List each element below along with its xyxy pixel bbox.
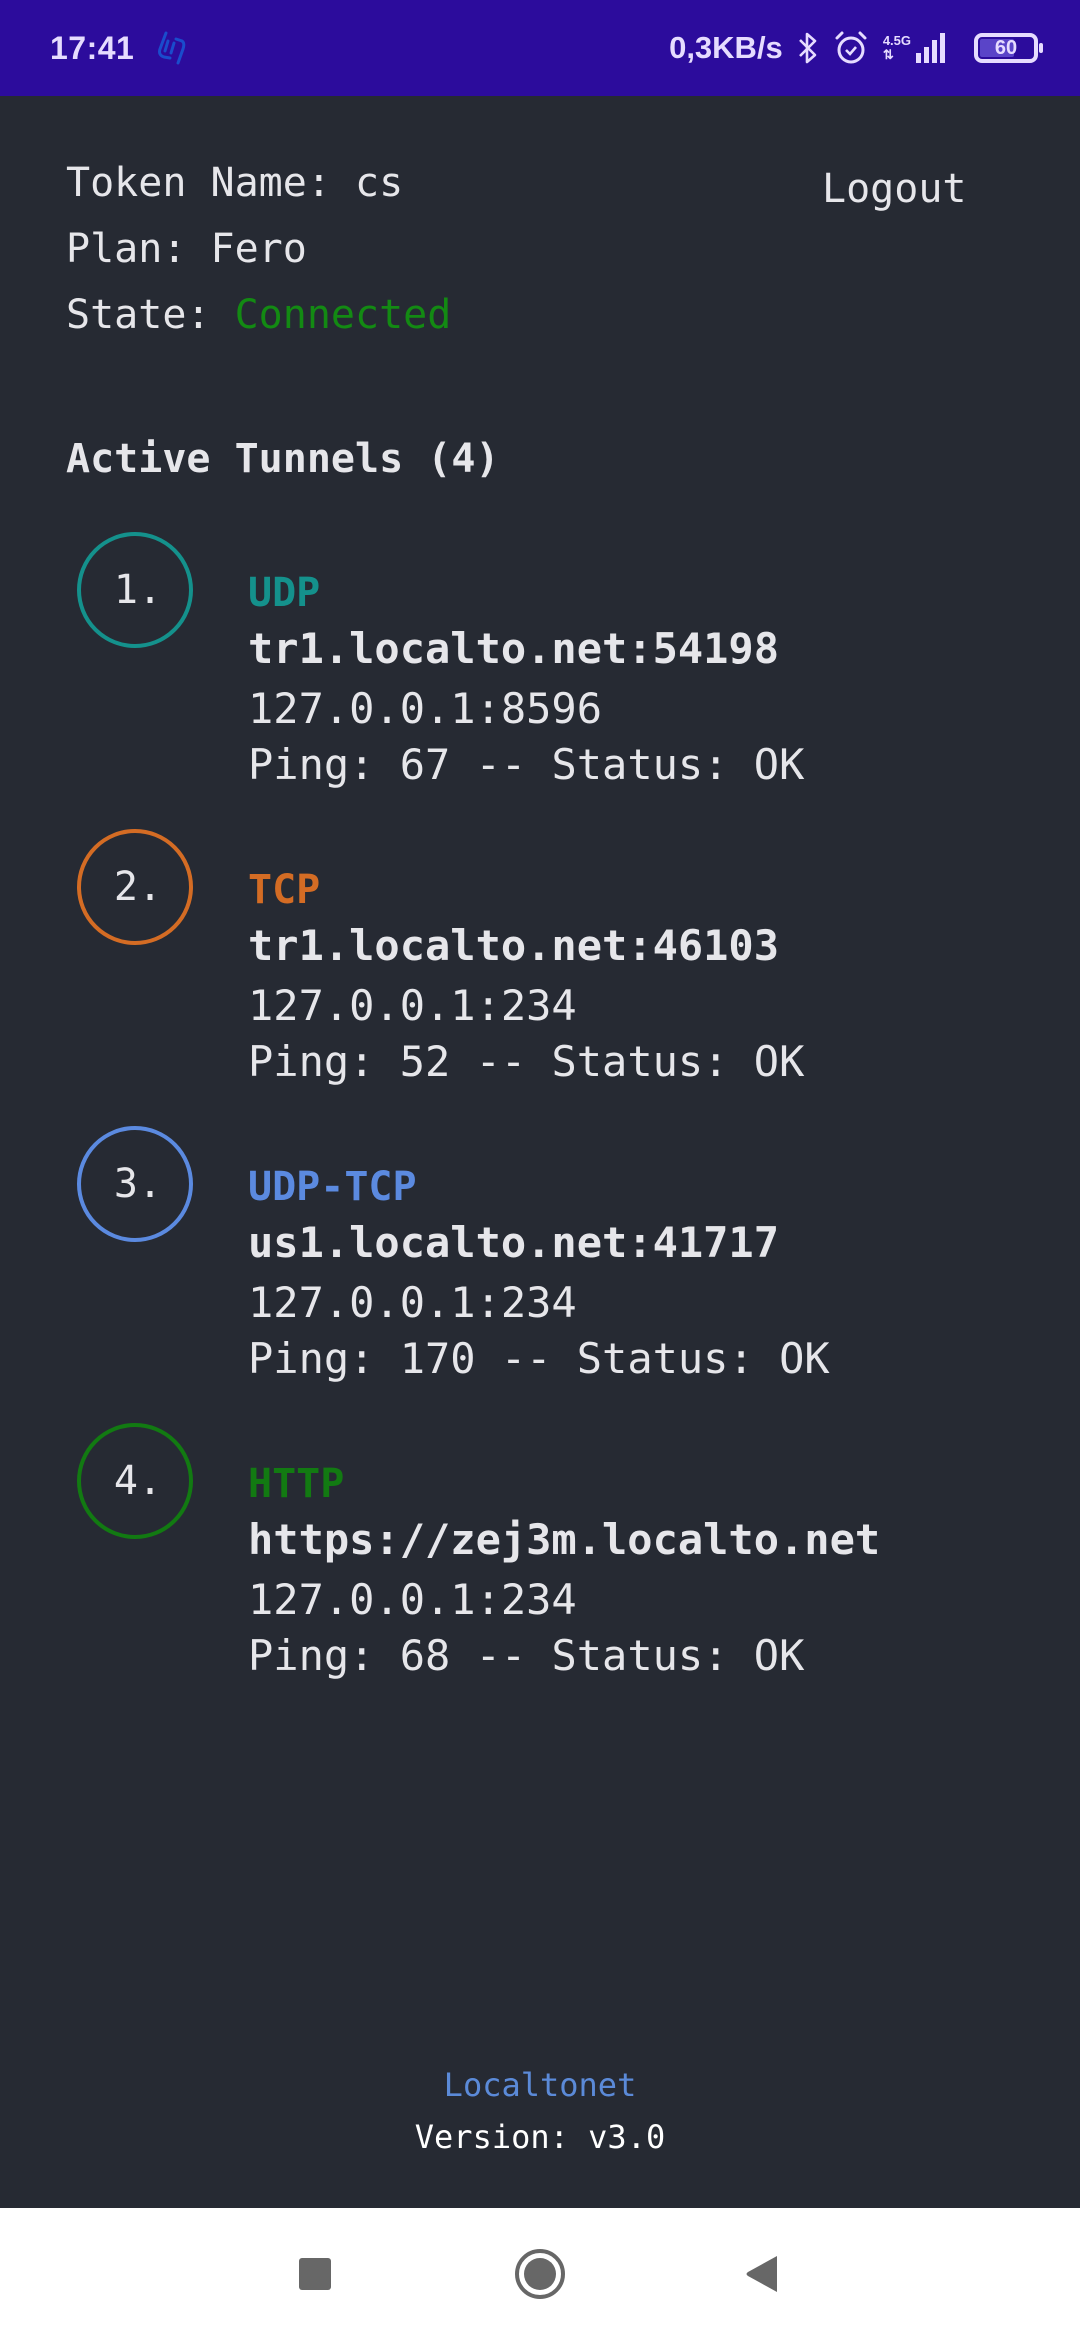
tunnel-index-badge: 3. xyxy=(77,1126,193,1242)
battery-icon: 60 xyxy=(974,33,1043,63)
main-content: Token Name: cs Plan: Fero State: Connect… xyxy=(0,96,1080,2208)
state-row: State: Connected xyxy=(66,282,451,348)
signal-bars-icon xyxy=(916,33,945,63)
version-label: Version: v3.0 xyxy=(414,2118,666,2156)
token-name-row: Token Name: cs xyxy=(66,150,451,216)
tunnel-type: UDP-TCP xyxy=(248,1164,417,1210)
bluetooth-icon xyxy=(797,31,819,65)
battery-level: 60 xyxy=(994,36,1018,59)
ping-value: 52 xyxy=(399,1037,451,1086)
account-info: Token Name: cs Plan: Fero State: Connect… xyxy=(66,150,451,348)
tunnel-ping-status: Ping: 52 -- Status: OK xyxy=(248,1037,805,1086)
tunnel-public-address: tr1.localto.net:54198 xyxy=(248,624,780,673)
plan-row: Plan: Fero xyxy=(66,216,451,282)
alarm-icon xyxy=(833,30,869,66)
ping-label: Ping: xyxy=(248,1037,375,1086)
tunnel-index-badge: 1. xyxy=(77,532,193,648)
status-value: OK xyxy=(753,1631,805,1680)
clock: 17:41 xyxy=(50,29,135,66)
status-value: OK xyxy=(753,740,805,789)
network-speed: 0,3KB/s xyxy=(669,30,783,65)
recents-button[interactable] xyxy=(298,2257,332,2291)
tunnel-local-address: 127.0.0.1:234 xyxy=(248,1575,577,1624)
data-arrows-icon: ⇅ xyxy=(882,47,894,62)
tunnel-item[interactable]: 4. HTTP https://zej3m.localto.net 127.0.… xyxy=(0,1423,1080,1703)
tunnel-public-address: us1.localto.net:41717 xyxy=(248,1218,780,1267)
tunnel-local-address: 127.0.0.1:234 xyxy=(248,1278,577,1327)
tunnel-public-address: tr1.localto.net:46103 xyxy=(248,921,780,970)
status-label: Status: xyxy=(551,1631,729,1680)
status-label: Status: xyxy=(576,1334,754,1383)
home-circle-icon xyxy=(515,2249,565,2299)
active-tunnels-title: Active Tunnels (4) xyxy=(66,436,500,482)
ping-label: Ping: xyxy=(248,1631,375,1680)
tunnel-ping-status: Ping: 67 -- Status: OK xyxy=(248,740,805,789)
ping-value: 170 xyxy=(399,1334,476,1383)
localtonet-app-icon xyxy=(156,31,186,65)
tunnel-local-address: 127.0.0.1:234 xyxy=(248,981,577,1030)
home-button[interactable] xyxy=(514,2248,566,2300)
back-button[interactable] xyxy=(744,2254,780,2294)
status-right: 0,3KB/s 4.5G ⇅ 60 xyxy=(669,30,1043,66)
tunnel-ping-status: Ping: 170 -- Status: OK xyxy=(248,1334,830,1383)
status-bar: 17:41 0,3KB/s 4.5G ⇅ 60 xyxy=(0,0,1080,96)
recents-square-icon xyxy=(299,2258,331,2290)
plan-label: Plan: xyxy=(66,226,187,272)
brand-link[interactable]: Localtonet xyxy=(0,2066,1080,2104)
tunnel-item[interactable]: 1. UDP tr1.localto.net:54198 127.0.0.1:8… xyxy=(0,532,1080,812)
status-value: OK xyxy=(753,1037,805,1086)
network-type-label: 4.5G xyxy=(882,33,911,48)
state-value: Connected xyxy=(234,292,452,338)
tunnel-index-badge: 2. xyxy=(77,829,193,945)
tunnel-item[interactable]: 2. TCP tr1.localto.net:46103 127.0.0.1:2… xyxy=(0,829,1080,1109)
ping-label: Ping: xyxy=(248,1334,375,1383)
tunnel-public-address: https://zej3m.localto.net xyxy=(248,1515,881,1564)
network-type: 4.5G ⇅ xyxy=(883,34,911,62)
plan-value: Fero xyxy=(210,226,307,272)
logout-button[interactable]: Logout xyxy=(822,166,967,212)
tunnel-item[interactable]: 3. UDP-TCP us1.localto.net:41717 127.0.0… xyxy=(0,1126,1080,1406)
tunnel-local-address: 127.0.0.1:8596 xyxy=(248,684,603,733)
status-label: Status: xyxy=(551,1037,729,1086)
token-name-label: Token Name: xyxy=(66,160,331,206)
state-label: State: xyxy=(66,292,211,338)
token-name-value: cs xyxy=(355,160,404,206)
status-left: 17:41 xyxy=(50,30,186,67)
navigation-bar xyxy=(0,2208,1080,2340)
tunnel-type: UDP xyxy=(248,570,321,616)
status-value: OK xyxy=(779,1334,830,1383)
back-triangle-icon xyxy=(746,2256,777,2292)
ping-value: 68 xyxy=(399,1631,451,1680)
tunnel-type: HTTP xyxy=(248,1461,345,1507)
mobile-network-icon: 4.5G ⇅ xyxy=(883,33,948,63)
tunnel-index-badge: 4. xyxy=(77,1423,193,1539)
ping-label: Ping: xyxy=(248,740,375,789)
ping-value: 67 xyxy=(399,740,451,789)
tunnel-ping-status: Ping: 68 -- Status: OK xyxy=(248,1631,805,1680)
status-label: Status: xyxy=(551,740,729,789)
tunnel-type: TCP xyxy=(248,867,321,913)
